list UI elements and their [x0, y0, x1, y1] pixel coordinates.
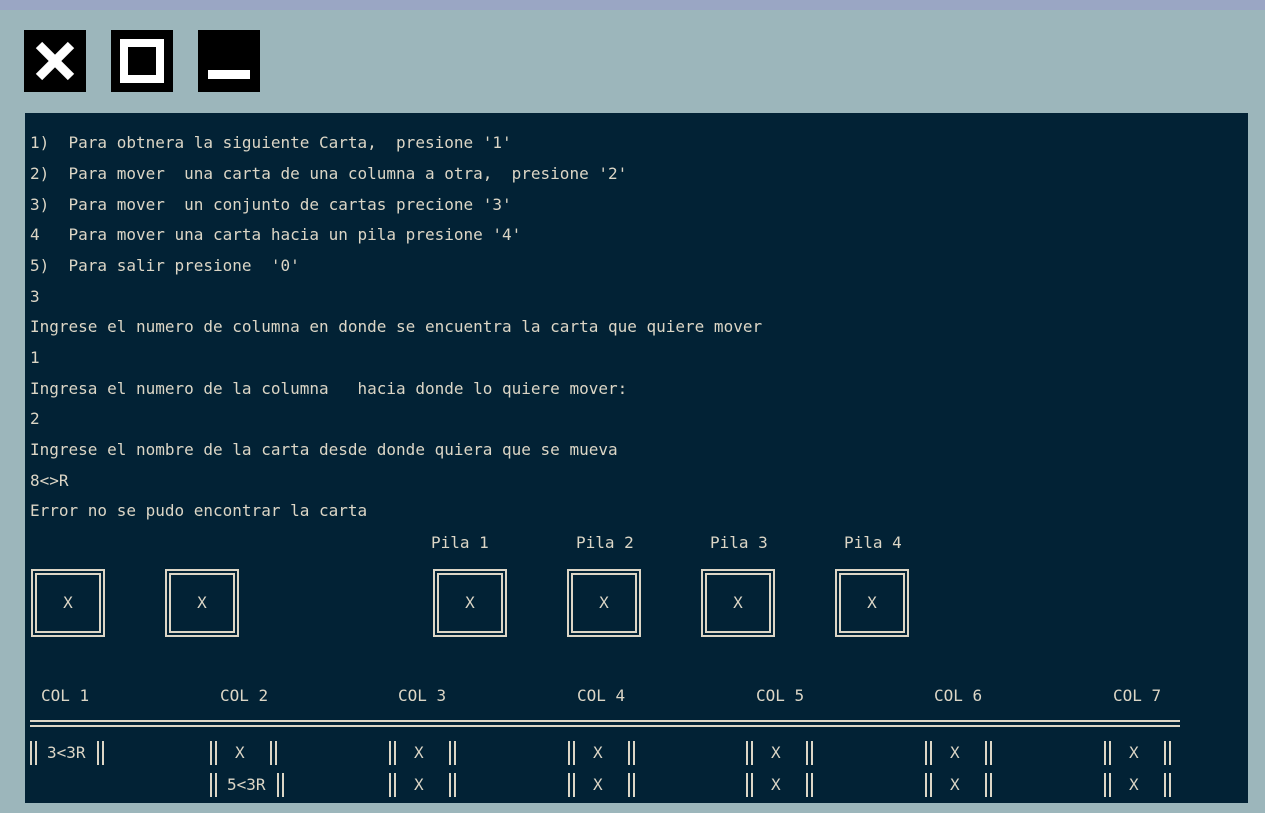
cell-text: X: [1129, 743, 1139, 762]
pile-card: X: [701, 569, 775, 637]
column-card: X: [746, 773, 813, 797]
cell-text: 5<3R: [227, 775, 266, 794]
pile-card: X: [433, 569, 507, 637]
cell-border: [746, 741, 753, 765]
maximize-button[interactable]: [111, 30, 173, 92]
column-card: 5<3R: [210, 773, 284, 797]
prompt-line: Ingrese el numero de columna en donde se…: [30, 317, 763, 336]
column-header: COL 3: [398, 686, 447, 705]
cell-border: [389, 741, 396, 765]
cell-text: X: [1129, 775, 1139, 794]
column-card: X: [389, 741, 456, 765]
user-input-line: 8<>R: [30, 471, 69, 490]
cell-text: X: [414, 775, 424, 794]
column-card: X: [568, 741, 635, 765]
cell-border: [568, 773, 575, 797]
column-card: X: [925, 741, 992, 765]
cell-text: X: [771, 775, 781, 794]
cell-border: [30, 741, 37, 765]
cell-border: [1104, 741, 1111, 765]
card-text: X: [197, 593, 207, 612]
column-card: X: [746, 741, 813, 765]
column-header: COL 6: [934, 686, 983, 705]
menu-line: 1) Para obtnera la siguiente Carta, pres…: [30, 133, 512, 152]
close-button[interactable]: [24, 30, 86, 92]
card-text: X: [599, 593, 609, 612]
cell-border: [746, 773, 753, 797]
cell-border: [806, 773, 813, 797]
pile-card: X: [567, 569, 641, 637]
cell-border: [1164, 773, 1171, 797]
cell-border: [277, 773, 284, 797]
prompt-line: Ingrese el nombre de la carta desde dond…: [30, 440, 618, 459]
pile-label: Pila 1: [431, 533, 489, 552]
column-header: COL 4: [577, 686, 626, 705]
card-text: X: [733, 593, 743, 612]
card-text: X: [867, 593, 877, 612]
cell-border: [628, 741, 635, 765]
pile-label: Pila 2: [576, 533, 634, 552]
column-card: X: [210, 741, 277, 765]
column-card: X: [1104, 741, 1171, 765]
column-header: COL 7: [1113, 686, 1162, 705]
cell-text: X: [950, 775, 960, 794]
cell-text: X: [950, 743, 960, 762]
menu-line: 5) Para salir presione '0': [30, 256, 300, 275]
cell-border: [568, 741, 575, 765]
column-card: X: [568, 773, 635, 797]
column-header: COL 2: [220, 686, 269, 705]
column-card: 3<3R: [30, 741, 104, 765]
card-text: X: [63, 593, 73, 612]
cell-text: X: [235, 743, 245, 762]
cell-border: [389, 773, 396, 797]
menu-line: 2) Para mover una carta de una columna a…: [30, 164, 628, 183]
column-card: X: [389, 773, 456, 797]
cell-border: [449, 773, 456, 797]
deck-card: X: [165, 569, 239, 637]
cell-border: [925, 773, 932, 797]
close-icon: [35, 41, 75, 81]
cell-border: [985, 773, 992, 797]
prompt-line: Ingresa el numero de la columna hacia do…: [30, 379, 628, 398]
user-input-line: 3: [30, 287, 40, 306]
cell-border: [985, 741, 992, 765]
terminal-output[interactable]: 1) Para obtnera la siguiente Carta, pres…: [25, 113, 1248, 803]
minimize-icon: [208, 70, 250, 79]
top-strip: [0, 0, 1265, 10]
pile-label: Pila 3: [710, 533, 768, 552]
menu-line: 3) Para mover un conjunto de cartas prec…: [30, 195, 512, 214]
column-card: X: [1104, 773, 1171, 797]
error-message: Error no se pudo encontrar la carta: [30, 501, 368, 520]
column-header: COL 5: [756, 686, 805, 705]
cell-border: [628, 773, 635, 797]
column-divider: [30, 720, 1180, 727]
column-card: X: [925, 773, 992, 797]
pile-card: X: [835, 569, 909, 637]
minimize-button[interactable]: [198, 30, 260, 92]
cell-text: 3<3R: [47, 743, 86, 762]
cell-border: [925, 741, 932, 765]
maximize-icon: [120, 39, 164, 83]
cell-text: X: [414, 743, 424, 762]
card-text: X: [465, 593, 475, 612]
cell-border: [270, 741, 277, 765]
cell-text: X: [771, 743, 781, 762]
cell-border: [1164, 741, 1171, 765]
user-input-line: 2: [30, 409, 40, 428]
pile-label: Pila 4: [844, 533, 902, 552]
cell-border: [1104, 773, 1111, 797]
cell-text: X: [593, 743, 603, 762]
cell-border: [210, 741, 217, 765]
cell-border: [97, 741, 104, 765]
column-header: COL 1: [41, 686, 90, 705]
cell-text: X: [593, 775, 603, 794]
deck-card: X: [31, 569, 105, 637]
cell-border: [449, 741, 456, 765]
cell-border: [210, 773, 217, 797]
user-input-line: 1: [30, 348, 40, 367]
menu-line: 4 Para mover una carta hacia un pila pre…: [30, 225, 522, 244]
cell-border: [806, 741, 813, 765]
